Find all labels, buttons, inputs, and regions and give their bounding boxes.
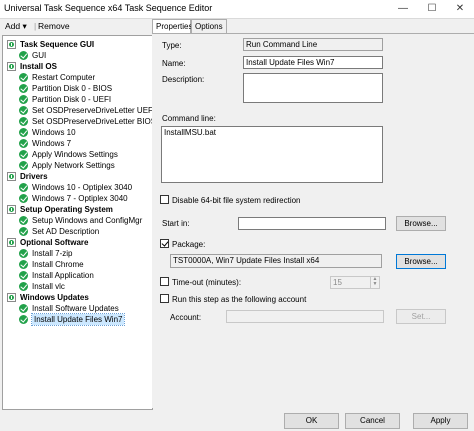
tree-label: Install 7-zip	[32, 249, 73, 258]
type-label: Type:	[162, 41, 182, 50]
tree-label: Restart Computer	[32, 73, 96, 82]
tree-label: Partition Disk 0 - UEFI	[32, 95, 112, 104]
folder-icon	[7, 62, 16, 71]
start-in-label: Start in:	[162, 219, 190, 228]
account-label: Account:	[170, 313, 202, 322]
tree-label: Install Software Updates	[32, 304, 119, 313]
spin-arrows: ▲ ▼	[370, 277, 379, 288]
tree-label: Apply Network Settings	[32, 161, 115, 170]
tree-label: Install Chrome	[32, 260, 84, 269]
spin-down-icon: ▼	[372, 281, 378, 287]
tree-label: Windows 10 - Optiplex 3040	[32, 183, 133, 192]
title-bar: Universal Task Sequence x64 Task Sequenc…	[0, 0, 474, 18]
run-as-account-label: Run this step as the following account	[172, 295, 307, 304]
timeout-value: 15	[333, 278, 342, 287]
checkmark-icon	[19, 216, 28, 225]
window-title: Universal Task Sequence x64 Task Sequenc…	[4, 3, 213, 13]
checkmark-icon	[19, 161, 28, 170]
account-input	[226, 310, 384, 323]
run-as-account-checkbox[interactable]	[160, 294, 169, 303]
disable-64bit-label: Disable 64-bit file system redirection	[172, 196, 301, 205]
tree-label: Optional Software	[20, 238, 89, 247]
browse-start-in-button[interactable]: Browse...	[396, 216, 446, 231]
folder-icon	[7, 172, 16, 181]
tree-label: Windows Updates	[20, 293, 89, 302]
description-input[interactable]	[243, 73, 383, 103]
checkmark-icon	[19, 282, 28, 291]
apply-button[interactable]: Apply	[413, 413, 468, 429]
checkmark-icon	[19, 304, 28, 313]
timeout-stepper: 15 ▲ ▼	[330, 276, 380, 289]
tree-label: Partition Disk 0 - BIOS	[32, 84, 113, 93]
add-menu-label: Add	[5, 21, 21, 31]
checkmark-icon	[19, 260, 28, 269]
tree-label: Task Sequence GUI	[20, 40, 95, 49]
dialog-button-bar	[0, 410, 474, 431]
add-menu[interactable]: Add ▾	[5, 21, 27, 32]
tree-label: Windows 10	[32, 128, 76, 137]
tree-label: Apply Windows Settings	[32, 150, 118, 159]
description-label: Description:	[162, 75, 205, 84]
menu-bar: Add ▾ | Remove	[0, 19, 152, 33]
checkmark-icon	[19, 194, 28, 203]
timeout-label: Time-out (minutes):	[172, 278, 242, 287]
checkmark-icon	[19, 128, 28, 137]
folder-icon	[7, 238, 16, 247]
tab-options[interactable]: Options	[191, 19, 227, 33]
checkmark-icon	[19, 106, 28, 115]
package-field: TST0000A, Win7 Update Files Install x64	[170, 254, 382, 268]
tree-label: Install Update Files Win7	[30, 313, 126, 326]
tab-properties[interactable]: Properties	[152, 19, 192, 34]
start-in-input[interactable]	[238, 217, 386, 230]
checkmark-icon	[19, 150, 28, 159]
tree-label: Set OSDPreserveDriveLetter UEFI	[32, 106, 153, 115]
folder-icon	[7, 40, 16, 49]
close-icon[interactable]: ✕	[446, 0, 474, 18]
disable-64bit-checkbox[interactable]	[160, 195, 169, 204]
tree-label: Install OS	[20, 62, 57, 71]
tree-label: Setup Operating System	[20, 205, 113, 214]
tree-label: Install vlc	[32, 282, 65, 291]
tree-label: Windows 7	[32, 139, 72, 148]
ok-button[interactable]: OK	[284, 413, 339, 429]
name-input[interactable]: Install Update Files Win7	[243, 56, 383, 69]
tree-label: Drivers	[20, 172, 48, 181]
remove-menu[interactable]: Remove	[38, 21, 70, 31]
cancel-button[interactable]: Cancel	[345, 413, 400, 429]
checkmark-icon	[19, 139, 28, 148]
tree-label: Setup Windows and ConfigMgr	[32, 216, 143, 225]
checkmark-icon	[19, 183, 28, 192]
checkmark-icon	[19, 73, 28, 82]
set-account-button: Set...	[396, 309, 446, 324]
command-line-label: Command line:	[162, 114, 216, 123]
folder-icon	[7, 205, 16, 214]
tree-label: Install Application	[32, 271, 94, 280]
checkmark-icon	[19, 117, 28, 126]
checkmark-icon	[19, 315, 28, 324]
tree-label: Windows 7 - Optiplex 3040	[32, 194, 128, 203]
checkmark-icon	[19, 249, 28, 258]
package-checkbox[interactable]	[160, 239, 169, 248]
name-label: Name:	[162, 59, 186, 68]
task-sequence-tree[interactable]: Task Sequence GUI GUI Install OS Restart Co…	[2, 35, 153, 410]
type-field: Run Command Line	[243, 38, 383, 51]
tree-label: Set OSDPreserveDriveLetter BIOS	[32, 117, 153, 126]
tree-label: GUI	[32, 51, 47, 60]
minimize-icon[interactable]: —	[389, 0, 417, 18]
package-label: Package:	[172, 240, 206, 249]
tree-label: Set AD Description	[32, 227, 100, 236]
timeout-checkbox[interactable]	[160, 277, 169, 286]
chevron-down-icon: ▾	[22, 21, 27, 31]
checkmark-icon	[19, 84, 28, 93]
browse-package-button[interactable]: Browse...	[396, 254, 446, 269]
maximize-icon[interactable]: ☐	[418, 0, 446, 18]
menu-separator: |	[34, 21, 37, 31]
checkmark-icon	[19, 95, 28, 104]
checkmark-icon	[19, 227, 28, 236]
checkmark-icon	[19, 271, 28, 280]
checkmark-icon	[19, 51, 28, 60]
command-line-input[interactable]: InstallMSU.bat	[161, 126, 383, 183]
folder-icon	[7, 293, 16, 302]
